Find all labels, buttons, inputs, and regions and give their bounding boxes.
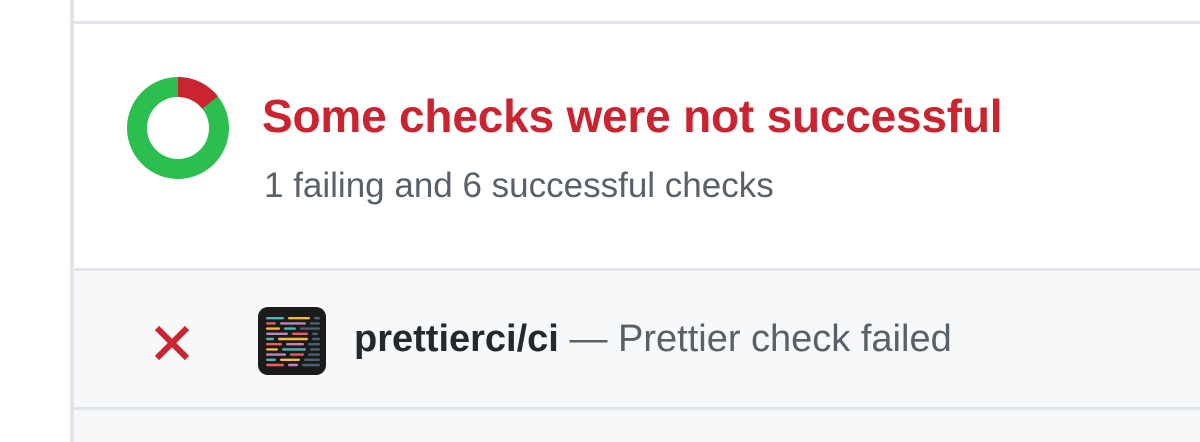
logo-dash [304,358,320,361]
checks-summary-title: Some checks were not successful [262,90,1003,142]
logo-dash [302,363,320,367]
logo-dash [288,317,310,320]
check-name-link[interactable]: prettierci/ci [354,318,559,360]
merge-status-panel: Some checks were not successful 1 failin… [74,0,1200,442]
checks-summary-subtitle: 1 failing and 6 successful checks [264,166,774,205]
logo-dash [266,343,282,346]
checks-status-donut-icon [127,77,229,179]
checks-summary: Some checks were not successful 1 failin… [74,24,1200,271]
logo-dash [266,327,280,330]
logo-dash [300,327,320,330]
logo-dash [266,337,274,341]
panel-top-section [74,0,1200,24]
check-text: prettierci/ci — Prettier check failed [354,315,952,363]
logo-dash [266,332,288,335]
logo-dash [312,337,320,341]
logo-dash [284,327,296,330]
logo-dash [266,348,278,351]
check-description: Prettier check failed [618,318,952,360]
check-separator: — [569,318,608,360]
logo-dash [266,363,284,367]
logo-dash [292,332,308,335]
check-row[interactable]: prettierci/ci — Prettier check failed [74,271,1200,410]
checks-screen: Some checks were not successful 1 failin… [0,0,1200,442]
logo-dash [286,343,304,346]
logo-dash [312,332,318,335]
logo-dash [282,348,306,351]
logo-dash [280,322,306,325]
x-icon [154,325,190,361]
logo-dash [308,343,320,346]
logo-dash [280,358,300,361]
logo-dash [290,353,304,356]
logo-dash [310,322,320,325]
prettier-ci-logo-icon [258,307,326,375]
logo-dash [314,317,320,320]
logo-dash [266,353,286,356]
logo-dash [288,363,298,367]
logo-dash [266,322,276,325]
logo-dash [266,358,276,361]
next-check-row [74,410,1200,442]
logo-dash [266,317,284,320]
logo-dash [310,348,320,351]
logo-dash [278,337,308,341]
logo-dash [308,353,320,356]
